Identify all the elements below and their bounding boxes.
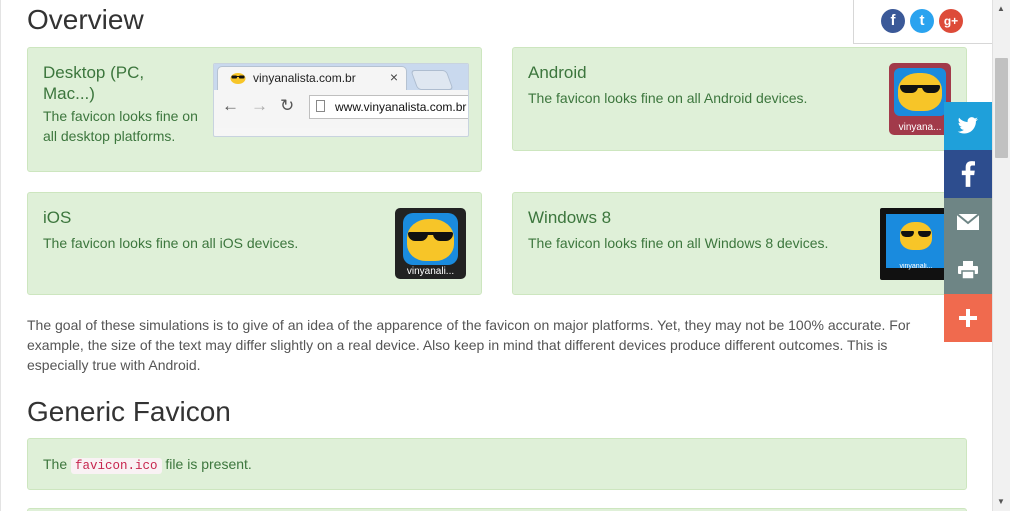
reload-icon: ↻ xyxy=(280,96,295,115)
windows-title: Windows 8 xyxy=(528,208,612,227)
share-widget-top: f t g+ xyxy=(853,0,992,44)
android-icon-label: vinyana... xyxy=(898,122,942,133)
more-share-button[interactable] xyxy=(944,294,992,342)
facebook-icon[interactable]: f xyxy=(881,9,905,33)
android-title: Android xyxy=(528,63,587,82)
desktop-text: The favicon looks fine on all desktop pl… xyxy=(43,108,198,144)
simulation-description: The goal of these simulations is to give… xyxy=(27,317,911,373)
scroll-up-icon[interactable]: ▲ xyxy=(997,4,1005,13)
desktop-panel: Desktop (PC, Mac...) The favicon looks f… xyxy=(27,47,482,172)
twitter-icon[interactable]: t xyxy=(910,9,934,33)
generic-favicon-panel: The favicon.ico file is present. xyxy=(27,438,967,490)
ios-icon-label: vinyanali... xyxy=(406,266,455,277)
generic-suffix: file is present. xyxy=(165,456,252,472)
generic-favicon-text: The favicon.ico file is present. xyxy=(43,454,643,476)
overview-heading: Overview xyxy=(27,4,144,35)
close-icon: × xyxy=(389,69,398,85)
ios-text: The favicon looks fine on all iOS device… xyxy=(43,235,299,251)
share-sidebar xyxy=(944,102,992,342)
ios-panel: iOS The favicon looks fine on all iOS de… xyxy=(27,192,482,295)
new-tab-button xyxy=(410,70,454,90)
email-icon xyxy=(957,214,979,230)
plus-icon xyxy=(959,309,977,327)
browser-mockup: vinyanalista.com.br × ← → ↻ www.vinyanal… xyxy=(213,63,469,137)
twitter-share-button[interactable] xyxy=(944,102,992,150)
ios-title: iOS xyxy=(43,208,72,227)
print-share-button[interactable] xyxy=(944,246,992,294)
browser-tab-title: vinyanalista.com.br xyxy=(253,71,356,85)
page: Overview Desktop (PC, Mac...) The favico… xyxy=(0,0,992,511)
android-app-icon: vinyana... xyxy=(889,63,951,135)
page-icon xyxy=(316,100,325,112)
scroll-down-icon[interactable]: ▼ xyxy=(997,497,1005,506)
address-bar: www.vinyanalista.com.br xyxy=(309,95,468,119)
email-share-button[interactable] xyxy=(944,198,992,246)
favicon-icon xyxy=(230,73,246,84)
favicon-ico-code: favicon.ico xyxy=(71,458,162,474)
android-panel: Android The favicon looks fine on all An… xyxy=(512,47,967,151)
address-bar-url: www.vinyanalista.com.br xyxy=(335,100,467,114)
android-text: The favicon looks fine on all Android de… xyxy=(528,90,808,106)
windows-icon-label: vinyanali... xyxy=(899,263,933,270)
browser-tab: vinyanalista.com.br × xyxy=(217,66,407,90)
scrollbar-thumb[interactable] xyxy=(995,58,1008,158)
windows-text: The favicon looks fine on all Windows 8 … xyxy=(528,235,829,251)
google-plus-icon[interactable]: g+ xyxy=(939,9,963,33)
windows-panel: Windows 8 The favicon looks fine on all … xyxy=(512,192,967,295)
windows-app-icon: vinyanali... xyxy=(880,208,952,280)
vertical-scrollbar[interactable]: ▲ ▼ xyxy=(992,0,1010,511)
twitter-icon xyxy=(957,117,978,134)
back-arrow-icon: ← xyxy=(222,96,239,115)
forward-arrow-icon: → xyxy=(251,96,268,115)
desktop-title: Desktop (PC, Mac...) xyxy=(43,63,145,103)
generic-favicon-heading: Generic Favicon xyxy=(27,396,231,427)
facebook-share-button[interactable] xyxy=(944,150,992,198)
generic-prefix: The xyxy=(43,456,68,472)
ios-app-icon: vinyanali... xyxy=(395,208,466,279)
print-icon xyxy=(958,261,978,279)
browser-tabbar: vinyanalista.com.br × xyxy=(214,64,468,90)
page-left-border xyxy=(0,0,1,511)
browser-navbar: ← → ↻ www.vinyanalista.com.br xyxy=(214,90,468,128)
facebook-icon xyxy=(961,161,975,187)
